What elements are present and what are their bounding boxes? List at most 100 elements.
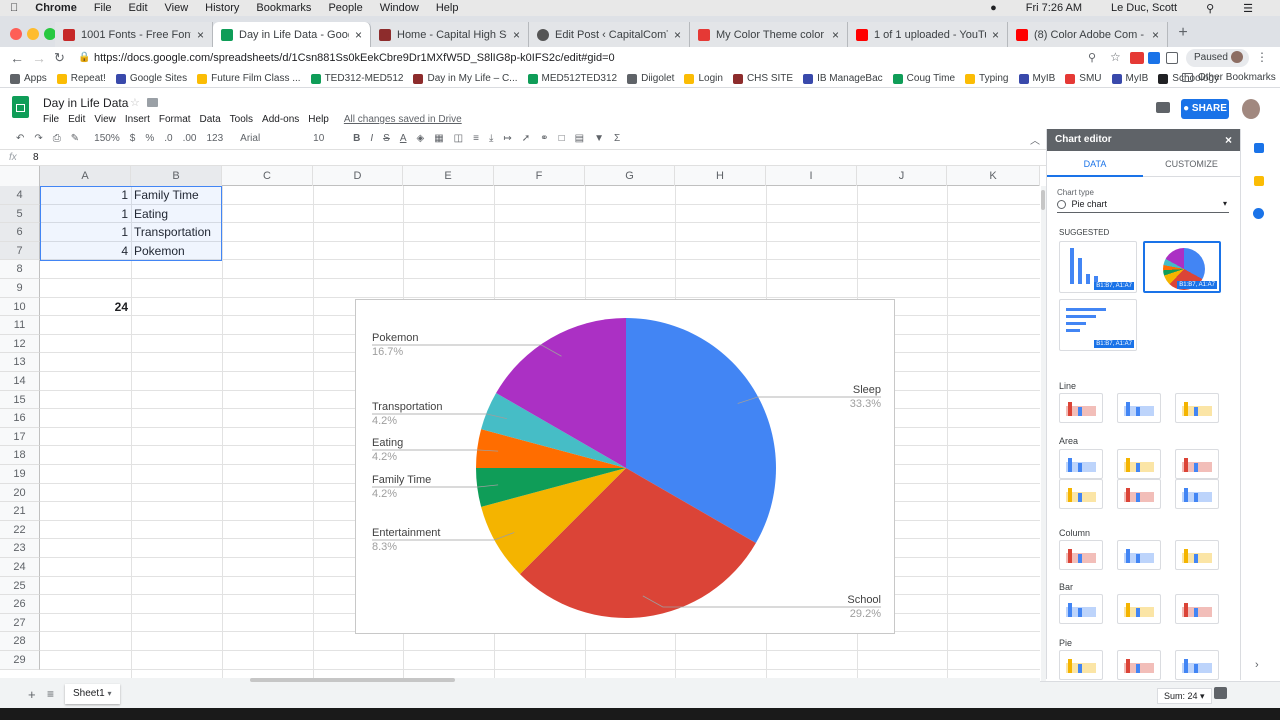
column-header-d[interactable]: D	[313, 166, 403, 186]
cell-a[interactable]: 4	[40, 242, 131, 261]
cell-a[interactable]	[40, 372, 131, 391]
browser-tab[interactable]: Home - Capital High School ×	[371, 22, 529, 47]
cell-b[interactable]	[131, 539, 222, 558]
menu-bookmarks[interactable]: Bookmarks	[256, 2, 311, 14]
chart-type-select[interactable]: Pie chart ▾	[1057, 199, 1229, 213]
doc-title[interactable]: Day in Life Data	[43, 96, 128, 110]
bookmark-item[interactable]: MyIB	[1111, 73, 1148, 84]
browser-tab[interactable]: 1001 Fonts - Free Fonts Baby! ×	[55, 22, 213, 47]
increase-decimal-button[interactable]: .00	[183, 133, 197, 144]
menu-file[interactable]: File	[94, 2, 112, 14]
cell-b[interactable]	[131, 316, 222, 335]
menu-insert[interactable]: Insert	[125, 114, 150, 125]
cell-a[interactable]	[40, 577, 131, 596]
filter-icon[interactable]: ▼	[594, 133, 604, 144]
chart-type-option[interactable]	[1059, 650, 1103, 680]
url-field[interactable]: https://docs.google.com/spreadsheets/d/1…	[94, 47, 615, 69]
chart-type-option[interactable]	[1117, 449, 1161, 479]
bookmark-item[interactable]: Coug Time	[892, 73, 955, 84]
cell-a[interactable]	[40, 539, 131, 558]
menu-tools[interactable]: Tools	[230, 114, 253, 125]
redo-icon[interactable]: ↷	[34, 133, 42, 144]
row-header[interactable]: 5	[0, 204, 40, 224]
row-header[interactable]: 21	[0, 502, 40, 521]
bookmark-item[interactable]: Apps	[10, 73, 47, 84]
folder-icon[interactable]	[147, 98, 158, 107]
menu-help[interactable]: Help	[308, 114, 329, 125]
chevron-right-icon[interactable]: ›	[1255, 659, 1259, 671]
row-header[interactable]: 15	[0, 390, 40, 410]
cell-a[interactable]	[40, 465, 131, 484]
back-icon[interactable]: ←	[10, 50, 24, 66]
cell-a[interactable]	[40, 595, 131, 614]
user-name[interactable]: Le Duc, Scott	[1111, 2, 1177, 14]
menu-help[interactable]: Help	[436, 2, 459, 14]
column-header-e[interactable]: E	[403, 166, 494, 186]
cell-b[interactable]	[131, 335, 222, 354]
browser-tab[interactable]: 1 of 1 uploaded - YouTube ×	[848, 22, 1008, 47]
row-header[interactable]: 11	[0, 316, 40, 335]
chart-type-option[interactable]	[1175, 650, 1219, 680]
row-header[interactable]: 24	[0, 558, 40, 577]
keep-icon[interactable]	[1254, 176, 1264, 186]
extension-icon[interactable]	[1166, 52, 1178, 64]
borders-icon[interactable]: ▦	[434, 133, 443, 144]
bookmark-item[interactable]: Diigolet	[627, 73, 674, 84]
cell-a[interactable]	[40, 335, 131, 354]
chart-type-option[interactable]	[1175, 449, 1219, 479]
italic-button[interactable]: I	[370, 133, 373, 144]
percent-button[interactable]: %	[145, 133, 154, 144]
bookmark-item[interactable]: Day in My Life – C...	[413, 73, 518, 84]
comments-icon[interactable]	[1156, 102, 1170, 113]
wifi-icon[interactable]: ●	[990, 2, 997, 14]
cell-b[interactable]: Eating	[131, 205, 222, 224]
menu-file[interactable]: File	[43, 114, 59, 125]
row-header[interactable]: 6	[0, 223, 40, 242]
menu-view[interactable]: View	[94, 114, 116, 125]
row-header[interactable]: 13	[0, 353, 40, 372]
bookmark-item[interactable]: TED312-MED512	[310, 73, 403, 84]
chart-type-option[interactable]	[1059, 449, 1103, 479]
cell-a[interactable]	[40, 279, 131, 298]
tab-data[interactable]: DATA	[1047, 151, 1143, 177]
more-formats-button[interactable]: 123	[206, 133, 223, 144]
bookmark-item[interactable]: Future Film Class ...	[197, 73, 301, 84]
cell-b[interactable]	[131, 260, 222, 279]
cell-b[interactable]	[131, 614, 222, 633]
adblock-icon[interactable]	[1130, 52, 1144, 64]
text-wrap-icon[interactable]: ↦	[503, 133, 511, 144]
profile-paused-button[interactable]: Paused	[1186, 49, 1249, 67]
cell-b[interactable]	[131, 465, 222, 484]
chart-type-option[interactable]	[1117, 594, 1161, 624]
cell-a[interactable]: 1	[40, 223, 131, 242]
sheet-tab[interactable]: Sheet1 ▾	[65, 684, 120, 704]
menu-history[interactable]: History	[205, 2, 239, 14]
cell-b[interactable]	[131, 353, 222, 372]
vertical-align-icon[interactable]: ⤓	[489, 133, 493, 144]
browser-tab[interactable]: Edit Post ‹ CapitalComTech — ×	[529, 22, 690, 47]
select-all-corner[interactable]	[0, 166, 40, 186]
row-header[interactable]: 20	[0, 483, 40, 503]
save-status[interactable]: All changes saved in Drive	[344, 114, 462, 125]
search-icon[interactable]: ⚲	[1206, 2, 1214, 15]
close-window-button[interactable]	[10, 28, 22, 40]
row-header[interactable]: 17	[0, 427, 40, 447]
cell-b[interactable]	[131, 409, 222, 428]
cell-a[interactable]	[40, 614, 131, 633]
cell-a[interactable]: 24	[40, 298, 131, 317]
cell-b[interactable]	[131, 558, 222, 577]
cell-a[interactable]: 1	[40, 205, 131, 224]
chart-type-option[interactable]	[1175, 393, 1219, 423]
cell-b[interactable]	[131, 632, 222, 651]
row-header[interactable]: 19	[0, 465, 40, 484]
column-header-h[interactable]: H	[675, 166, 766, 186]
extension-icon[interactable]	[1148, 52, 1160, 64]
print-icon[interactable]: ⎙	[53, 133, 61, 144]
column-header-j[interactable]: J	[857, 166, 947, 186]
browser-tab[interactable]: My Color Theme color theme ×	[690, 22, 848, 47]
suggested-pie-chart[interactable]: B1:B7, A1:A7	[1143, 241, 1221, 293]
font-select[interactable]: Arial	[240, 133, 290, 144]
chart-type-option[interactable]	[1117, 540, 1161, 570]
menu-edit[interactable]: Edit	[68, 114, 85, 125]
chart-type-option[interactable]	[1059, 594, 1103, 624]
